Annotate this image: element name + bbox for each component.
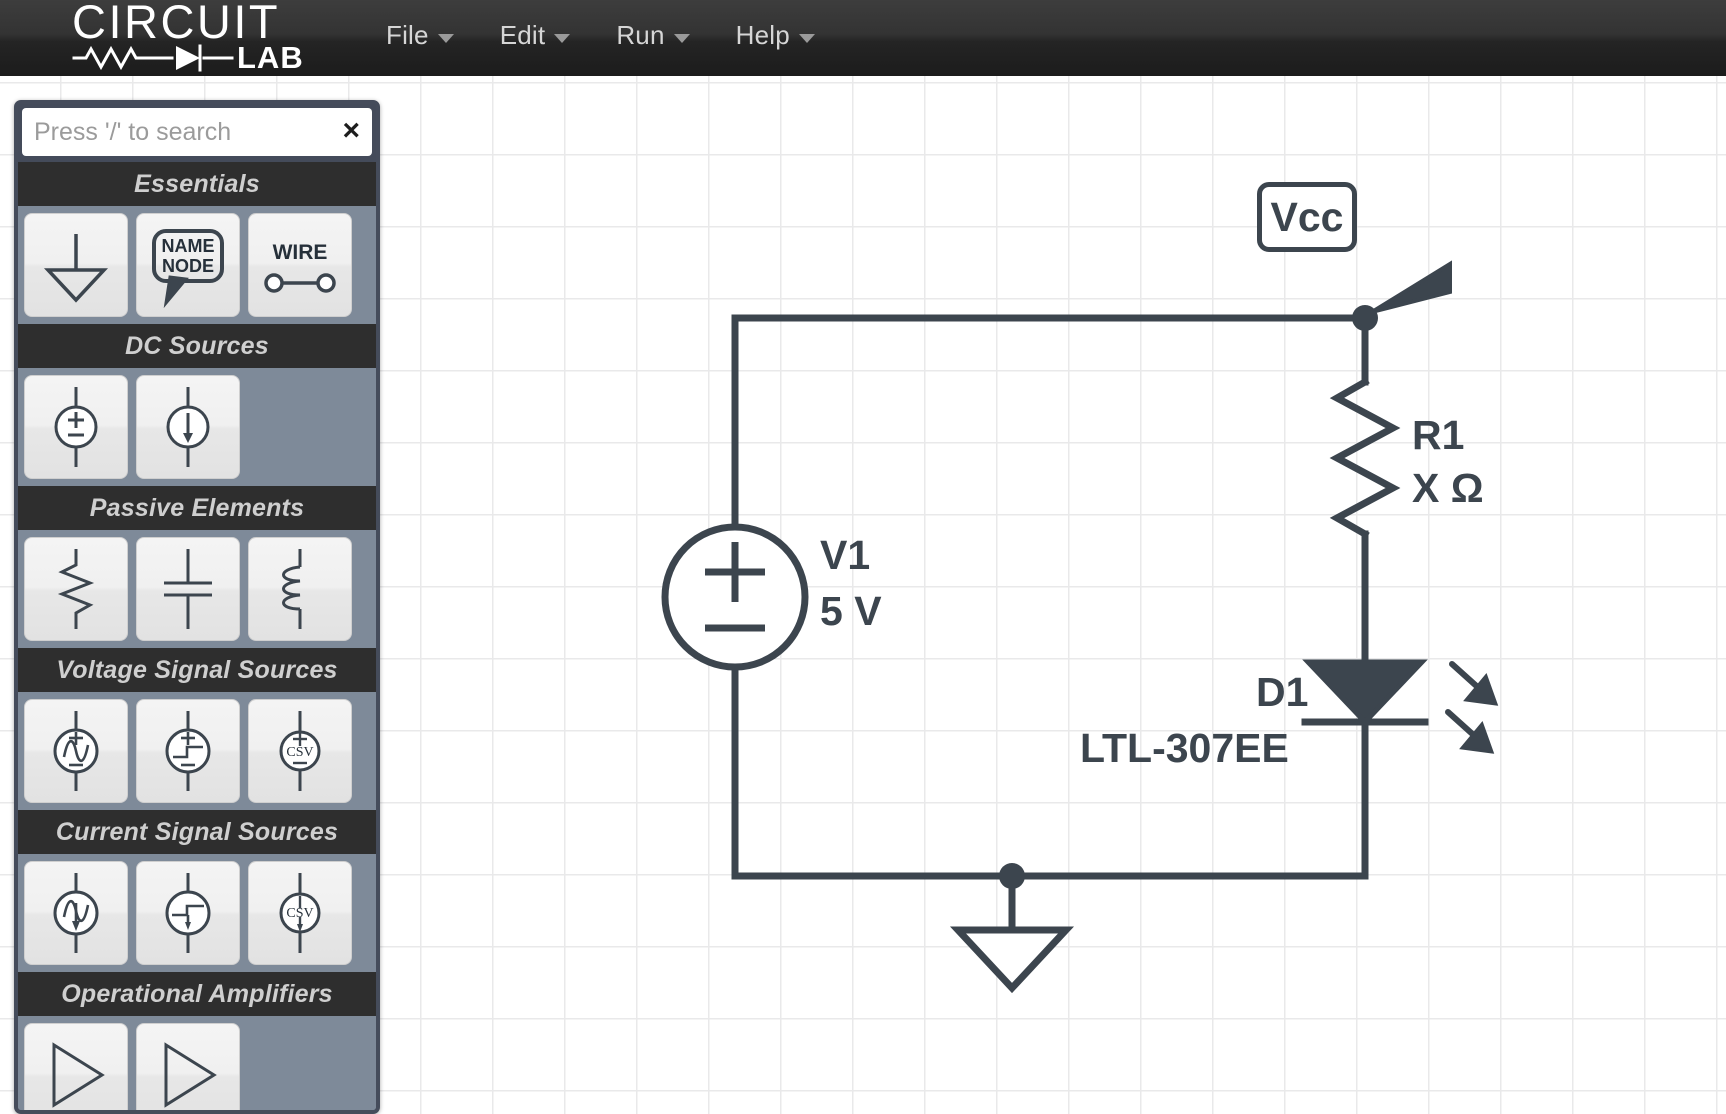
palette-search-row: ×: [22, 108, 372, 156]
palette-section-operational-amplifiers-header: Operational Amplifiers: [18, 972, 376, 1016]
palette-section-operational-amplifiers-body: [18, 1016, 376, 1110]
menu-file-label: File: [386, 20, 429, 50]
palette-item-inductor[interactable]: [248, 537, 352, 641]
palette-section-current-signal-sources-body: CSV: [18, 854, 376, 972]
palette-scroll-area[interactable]: Essentials NAME NODE WIRE DC Sources Pas…: [18, 162, 376, 1110]
node-label-vcc[interactable]: Vcc: [1257, 182, 1357, 252]
palette-item-name-node[interactable]: NAME NODE: [136, 213, 240, 317]
close-icon[interactable]: ×: [342, 115, 360, 147]
circuitlab-logo[interactable]: CIRCUIT LAB: [72, 2, 352, 72]
v1-value-label: 5 V: [820, 588, 882, 634]
palette-item-csv-voltage-source[interactable]: CSV: [248, 699, 352, 803]
palette-section-passive-elements-header: Passive Elements: [18, 486, 376, 530]
top-toolbar: CIRCUIT LAB File Edit Run Help: [0, 0, 1726, 76]
node-label-vcc-text: Vcc: [1270, 193, 1344, 240]
menu-help-label: Help: [735, 20, 790, 50]
chevron-down-icon: [437, 33, 454, 43]
svg-text:LAB: LAB: [237, 40, 304, 72]
svg-text:CSV: CSV: [286, 745, 313, 760]
palette-section-voltage-signal-sources-body: CSV: [18, 692, 376, 810]
palette-section-dc-sources-header: DC Sources: [18, 324, 376, 368]
svg-text:CSV: CSV: [286, 906, 313, 921]
palette-item-csv-current-source[interactable]: CSV: [248, 861, 352, 965]
palette-empty-slot: [248, 1023, 352, 1110]
menu-help[interactable]: Help: [734, 18, 817, 53]
palette-item-wire[interactable]: WIRE: [248, 213, 352, 317]
palette-item-ground[interactable]: [24, 213, 128, 317]
menu-bar: File Edit Run Help: [384, 18, 817, 53]
r1-value-label: X Ω: [1412, 465, 1484, 511]
chevron-down-icon: [554, 33, 571, 43]
diode-glyph: [176, 46, 200, 70]
palette-item-opamp[interactable]: [24, 1023, 128, 1110]
r1-ref-label: R1: [1412, 412, 1465, 458]
palette-item-step-current-source[interactable]: [136, 861, 240, 965]
svg-text:NAME: NAME: [162, 236, 215, 256]
palette-section-voltage-signal-sources-header: Voltage Signal Sources: [18, 648, 376, 692]
palette-section-dc-sources-body: [18, 368, 376, 486]
svg-text:NODE: NODE: [162, 256, 214, 276]
menu-run-label: Run: [616, 20, 665, 50]
menu-edit[interactable]: Edit: [498, 18, 573, 53]
menu-edit-label: Edit: [499, 20, 546, 50]
palette-item-ac-current-source[interactable]: [24, 861, 128, 965]
palette-item-step-voltage-source[interactable]: [136, 699, 240, 803]
chevron-down-icon: [673, 33, 690, 43]
palette-section-passive-elements-body: [18, 530, 376, 648]
palette-item-dc-voltage-source[interactable]: [24, 375, 128, 479]
d1-part-label: LTL-307EE: [1080, 725, 1289, 771]
palette-section-current-signal-sources-header: Current Signal Sources: [18, 810, 376, 854]
component-palette: × Essentials NAME NODE: [14, 100, 380, 1114]
menu-file[interactable]: File: [384, 18, 456, 53]
palette-section-essentials-header: Essentials: [18, 162, 376, 206]
d1-ref-label: D1: [1256, 669, 1309, 715]
menu-run[interactable]: Run: [614, 18, 691, 53]
palette-section-essentials-body: NAME NODE WIRE: [18, 206, 376, 324]
v1-ref-label: V1: [820, 532, 871, 578]
palette-empty-slot: [248, 375, 352, 479]
chevron-down-icon: [798, 33, 815, 43]
palette-item-resistor[interactable]: [24, 537, 128, 641]
search-input[interactable]: [22, 110, 312, 154]
palette-item-opamp-alt[interactable]: [136, 1023, 240, 1110]
palette-item-capacitor[interactable]: [136, 537, 240, 641]
palette-item-ac-voltage-source[interactable]: [24, 699, 128, 803]
svg-text:WIRE: WIRE: [273, 241, 328, 264]
palette-item-dc-current-source[interactable]: [136, 375, 240, 479]
